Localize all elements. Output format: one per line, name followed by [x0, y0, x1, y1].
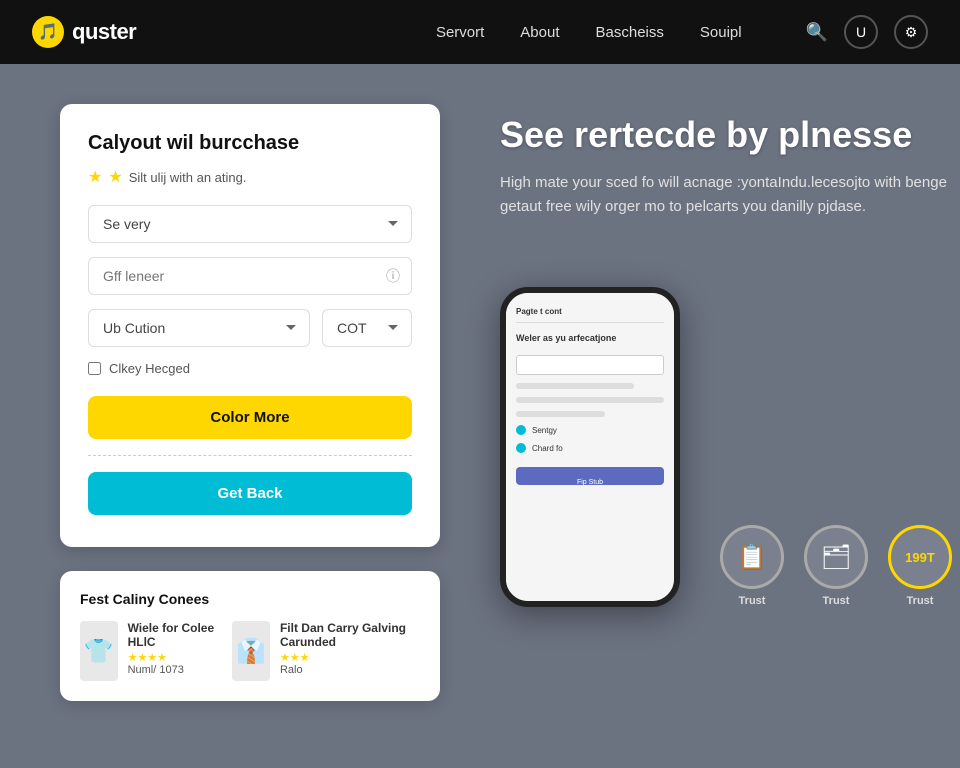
product-price-2: Ralo	[280, 664, 420, 676]
cot-select[interactable]: COT	[322, 309, 412, 347]
hero-description: High mate your sced fo will acnage :yont…	[500, 171, 952, 219]
input-wrapper: ⓘ	[88, 257, 412, 295]
star-label: Silt ulij with an ating.	[129, 170, 247, 185]
phone-header: Pagte t cont	[516, 307, 664, 323]
navbar: 🎵 quster Servort About Bascheiss Souipl …	[0, 0, 960, 64]
user-button[interactable]: U	[844, 15, 878, 49]
star-row: ★ ★ Silt ulij with an ating.	[88, 167, 412, 187]
info-icon: ⓘ	[386, 266, 400, 286]
phone-line-2	[516, 397, 664, 403]
color-more-button[interactable]: Color More	[88, 396, 412, 439]
navbar-links: Servort About Bascheiss Souipl	[436, 24, 742, 41]
phone-item-1: Sentgy	[532, 426, 557, 435]
divider	[88, 455, 412, 456]
location-select[interactable]: Ub Cution	[88, 309, 310, 347]
navbar-icons: 🔍 U ⚙	[806, 15, 928, 49]
product-info-1: Wiele for Colee HLlC ★★★★ Numl/ 1073	[128, 621, 217, 676]
trust-icon-3: 199T	[888, 525, 952, 589]
product-price-1: Numl/ 1073	[128, 664, 217, 676]
trust-label-3: Trust	[907, 595, 934, 607]
phone-trust-area: Pagte t cont Weler as yu arfecatjone Sen…	[500, 267, 952, 607]
product-name-2: Filt Dan Carry Galving Carunded	[280, 621, 420, 649]
trust-badge-3: 199T Trust	[888, 525, 952, 607]
phone-item-row-2: Chard fo	[516, 443, 664, 453]
logo-icon: 🎵	[32, 16, 64, 48]
search-button[interactable]: 🔍	[806, 22, 828, 43]
trust-badge-2: 🗂 Trust	[804, 525, 868, 607]
form-card: Calyout wil burcchase ★ ★ Silt ulij with…	[60, 104, 440, 547]
trust-label-2: Trust	[823, 595, 850, 607]
featured-card: Fest Caliny Conees 👕 Wiele for Colee HLl…	[60, 571, 440, 701]
phone-item-row-1: Sentgy	[516, 425, 664, 435]
product-stars-1: ★★★★	[128, 651, 217, 664]
get-back-button[interactable]: Get Back	[88, 472, 412, 515]
phone-item-2: Chard fo	[532, 444, 563, 453]
trust-text-3: 199T	[905, 550, 935, 565]
settings-button[interactable]: ⚙	[894, 15, 928, 49]
phone-screen: Pagte t cont Weler as yu arfecatjone Sen…	[506, 293, 674, 601]
phone-dot-1	[516, 425, 526, 435]
checkbox-input[interactable]	[88, 362, 101, 375]
featured-title: Fest Caliny Conees	[80, 591, 420, 607]
nav-link-bascheiss[interactable]: Bascheiss	[596, 24, 664, 41]
logo-text: quster	[72, 19, 136, 45]
phone-mockup: Pagte t cont Weler as yu arfecatjone Sen…	[500, 287, 680, 607]
trust-badge-1: 📋 Trust	[720, 525, 784, 607]
phone-area: Pagte t cont Weler as yu arfecatjone Sen…	[500, 267, 680, 607]
phone-line-3	[516, 411, 605, 417]
star-2: ★	[108, 167, 122, 187]
phone-select	[516, 355, 664, 375]
gift-input[interactable]	[88, 257, 412, 295]
service-select[interactable]: Se very	[88, 205, 412, 243]
checkbox-label: Clkey Hecged	[109, 361, 190, 376]
nav-link-souipl[interactable]: Souipl	[700, 24, 742, 41]
product-image-2: 👔	[232, 621, 270, 681]
form-title: Calyout wil burcchase	[88, 132, 412, 155]
main-content: Calyout wil burcchase ★ ★ Silt ulij with…	[0, 64, 960, 768]
nav-link-servort[interactable]: Servort	[436, 24, 484, 41]
phone-dot-2	[516, 443, 526, 453]
star-1: ★	[88, 167, 102, 187]
hero-text: See rertecde by plnesse High mate your s…	[500, 114, 952, 243]
product-image-1: 👕	[80, 621, 118, 681]
right-column: See rertecde by plnesse High mate your s…	[500, 104, 952, 728]
trust-badges: 📋 Trust 🗂 Trust 199T Trust	[720, 525, 952, 607]
phone-screen-title: Weler as yu arfecatjone	[516, 333, 664, 343]
featured-item-1: 👕 Wiele for Colee HLlC ★★★★ Numl/ 1073	[80, 621, 216, 681]
form-row-selects: Ub Cution COT	[88, 309, 412, 347]
hero-title: See rertecde by plnesse	[500, 114, 952, 155]
product-stars-2: ★★★	[280, 651, 420, 664]
trust-icon-2: 🗂	[804, 525, 868, 589]
left-column: Calyout wil burcchase ★ ★ Silt ulij with…	[60, 104, 440, 728]
nav-link-about[interactable]: About	[520, 24, 559, 41]
phone-btn-label: Fip Stub	[516, 479, 664, 486]
product-name-1: Wiele for Colee HLlC	[128, 621, 217, 649]
trust-icon-1: 📋	[720, 525, 784, 589]
checkbox-row: Clkey Hecged	[88, 361, 412, 376]
featured-items: 👕 Wiele for Colee HLlC ★★★★ Numl/ 1073 👔…	[80, 621, 420, 681]
trust-label-1: Trust	[739, 595, 766, 607]
featured-item-2: 👔 Filt Dan Carry Galving Carunded ★★★ Ra…	[232, 621, 420, 681]
logo[interactable]: 🎵 quster	[32, 16, 136, 48]
product-info-2: Filt Dan Carry Galving Carunded ★★★ Ralo	[280, 621, 420, 676]
phone-line-1	[516, 383, 634, 389]
